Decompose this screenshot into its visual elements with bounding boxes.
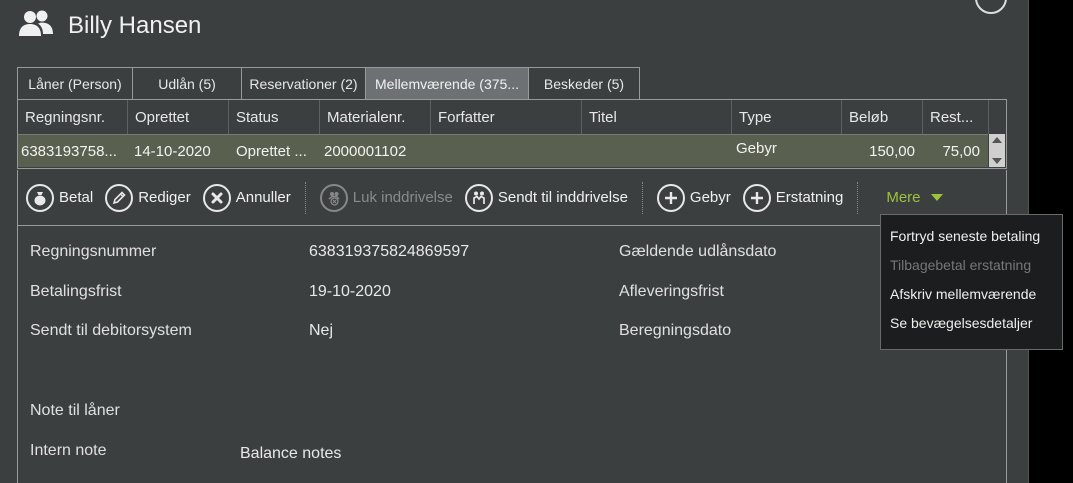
x-icon: [202, 183, 231, 212]
gaeldende-udlaansdato-label: Gældende udlånsdato: [619, 243, 777, 260]
beregningsdato-label: Beregningsdato: [619, 322, 732, 339]
gebyr-label: Gebyr: [689, 189, 731, 206]
rediger-button[interactable]: Rediger: [105, 181, 191, 215]
mere-menu: Fortryd seneste betaling Tilbagebetal er…: [880, 214, 1063, 350]
menu-item-fortryd-betaling[interactable]: Fortryd seneste betaling: [881, 221, 1062, 250]
vertical-scrollbar[interactable]: [989, 134, 1005, 167]
cell-regningsnr: 6383193758...: [21, 142, 117, 160]
column-header[interactable]: Oprettet: [128, 100, 229, 134]
handshake-icon: [464, 183, 493, 212]
luk-inddrivelse-button[interactable]: Luk inddrivelse: [319, 181, 453, 215]
column-header[interactable]: Materialenr.: [320, 100, 431, 134]
cell-materialenr: 2000001102: [324, 142, 407, 160]
toolbar-divider: [857, 181, 859, 214]
erstatning-button[interactable]: Erstatning: [742, 181, 844, 215]
plus-icon: [656, 183, 685, 212]
erstatning-label: Erstatning: [775, 189, 844, 206]
toolbar-divider: [304, 181, 306, 214]
column-header[interactable]: Titel: [582, 100, 732, 134]
tab-udlaan[interactable]: Udlån (5): [132, 67, 242, 99]
patron-panel: Billy Hansen Låner (Person) Udlån (5) Re…: [0, 0, 1029, 483]
menu-item-bevaegelsesdetaljer[interactable]: Se bevægelsesdetaljer: [881, 308, 1062, 337]
sendt-inddrivelse-label: Sendt til inddrivelse: [497, 189, 628, 206]
table-row[interactable]: 6383193758... 14-10-2020 Oprettet ... 20…: [18, 134, 988, 167]
tab-mellemvaerende[interactable]: Mellemværende (375...: [365, 67, 529, 99]
cell-titel: [582, 135, 732, 167]
tab-laaner[interactable]: Låner (Person): [17, 67, 133, 99]
betalingsfrist-value: 19-10-2020: [309, 283, 391, 300]
intern-note-value[interactable]: Balance notes: [240, 445, 341, 463]
column-header[interactable]: Rest...: [923, 100, 989, 134]
grid-header: Regningsnr. Oprettet Status Materialenr.…: [18, 100, 989, 134]
tab-bar: Låner (Person) Udlån (5) Reservationer (…: [17, 67, 640, 99]
money-bag-icon: [26, 183, 54, 212]
debitorsystem-value: Nej: [309, 322, 334, 339]
balance-grid: Regningsnr. Oprettet Status Materialenr.…: [17, 99, 1007, 169]
cell-beloeb: 150,00: [869, 142, 915, 160]
mere-dropdown[interactable]: Mere: [886, 189, 943, 206]
cell-type: Gebyr: [736, 140, 777, 157]
column-header[interactable]: Type: [732, 100, 842, 134]
betalingsfrist-label: Betalingsfrist: [30, 283, 122, 300]
toolbar-divider: [641, 181, 643, 214]
betal-label: Betal: [59, 189, 94, 206]
action-toolbar: Betal Rediger Annuller Luk inddrivelse S…: [17, 170, 1007, 226]
intern-note-label: Intern note: [30, 442, 107, 459]
page-title: Billy Hansen: [68, 12, 202, 39]
column-header[interactable]: Status: [229, 100, 320, 134]
cell-forfatter: [431, 135, 582, 167]
annuller-label: Annuller: [235, 189, 291, 206]
betal-button[interactable]: Betal: [26, 181, 93, 215]
pencil-icon: [105, 183, 134, 212]
menu-item-afskriv-mellemvaerende[interactable]: Afskriv mellemværende: [881, 279, 1062, 308]
note-til-laaner-label: Note til låner: [30, 402, 120, 419]
regningsnummer-value: 638319375824869597: [309, 243, 470, 260]
collection-closed-icon: [319, 183, 348, 212]
debitorsystem-label: Sendt til debitorsystem: [30, 322, 192, 339]
users-icon: [18, 8, 54, 45]
column-header[interactable]: Regningsnr.: [18, 100, 128, 134]
tab-reservationer[interactable]: Reservationer (2): [241, 67, 366, 99]
rediger-label: Rediger: [138, 189, 191, 206]
scroll-up-icon[interactable]: [992, 137, 1002, 143]
scroll-down-icon[interactable]: [992, 158, 1002, 164]
mere-label: Mere: [886, 189, 921, 206]
luk-inddrivelse-label: Luk inddrivelse: [352, 189, 453, 206]
sendt-inddrivelse-button[interactable]: Sendt til inddrivelse: [464, 181, 628, 215]
caret-down-icon: [930, 194, 943, 201]
column-header[interactable]: Beløb: [842, 100, 923, 134]
annuller-button[interactable]: Annuller: [202, 181, 291, 215]
afleveringsfrist-label: Afleveringsfrist: [619, 283, 724, 300]
cell-status: Oprettet ...: [236, 142, 307, 160]
column-header[interactable]: Forfatter: [431, 100, 582, 134]
page-header: Billy Hansen: [18, 8, 201, 44]
close-button[interactable]: [975, 0, 1007, 14]
gebyr-button[interactable]: Gebyr: [656, 181, 731, 215]
tab-beskeder[interactable]: Beskeder (5): [528, 67, 640, 99]
cell-rest: 75,00: [942, 142, 980, 160]
regningsnummer-label: Regningsnummer: [30, 243, 157, 260]
cell-oprettet: 14-10-2020: [134, 142, 211, 160]
details-section: Regningsnummer 638319375824869597 Gælden…: [17, 226, 1007, 483]
menu-item-tilbagebetal-erstatning[interactable]: Tilbagebetal erstatning: [881, 250, 1062, 279]
plus-icon: [742, 183, 771, 212]
